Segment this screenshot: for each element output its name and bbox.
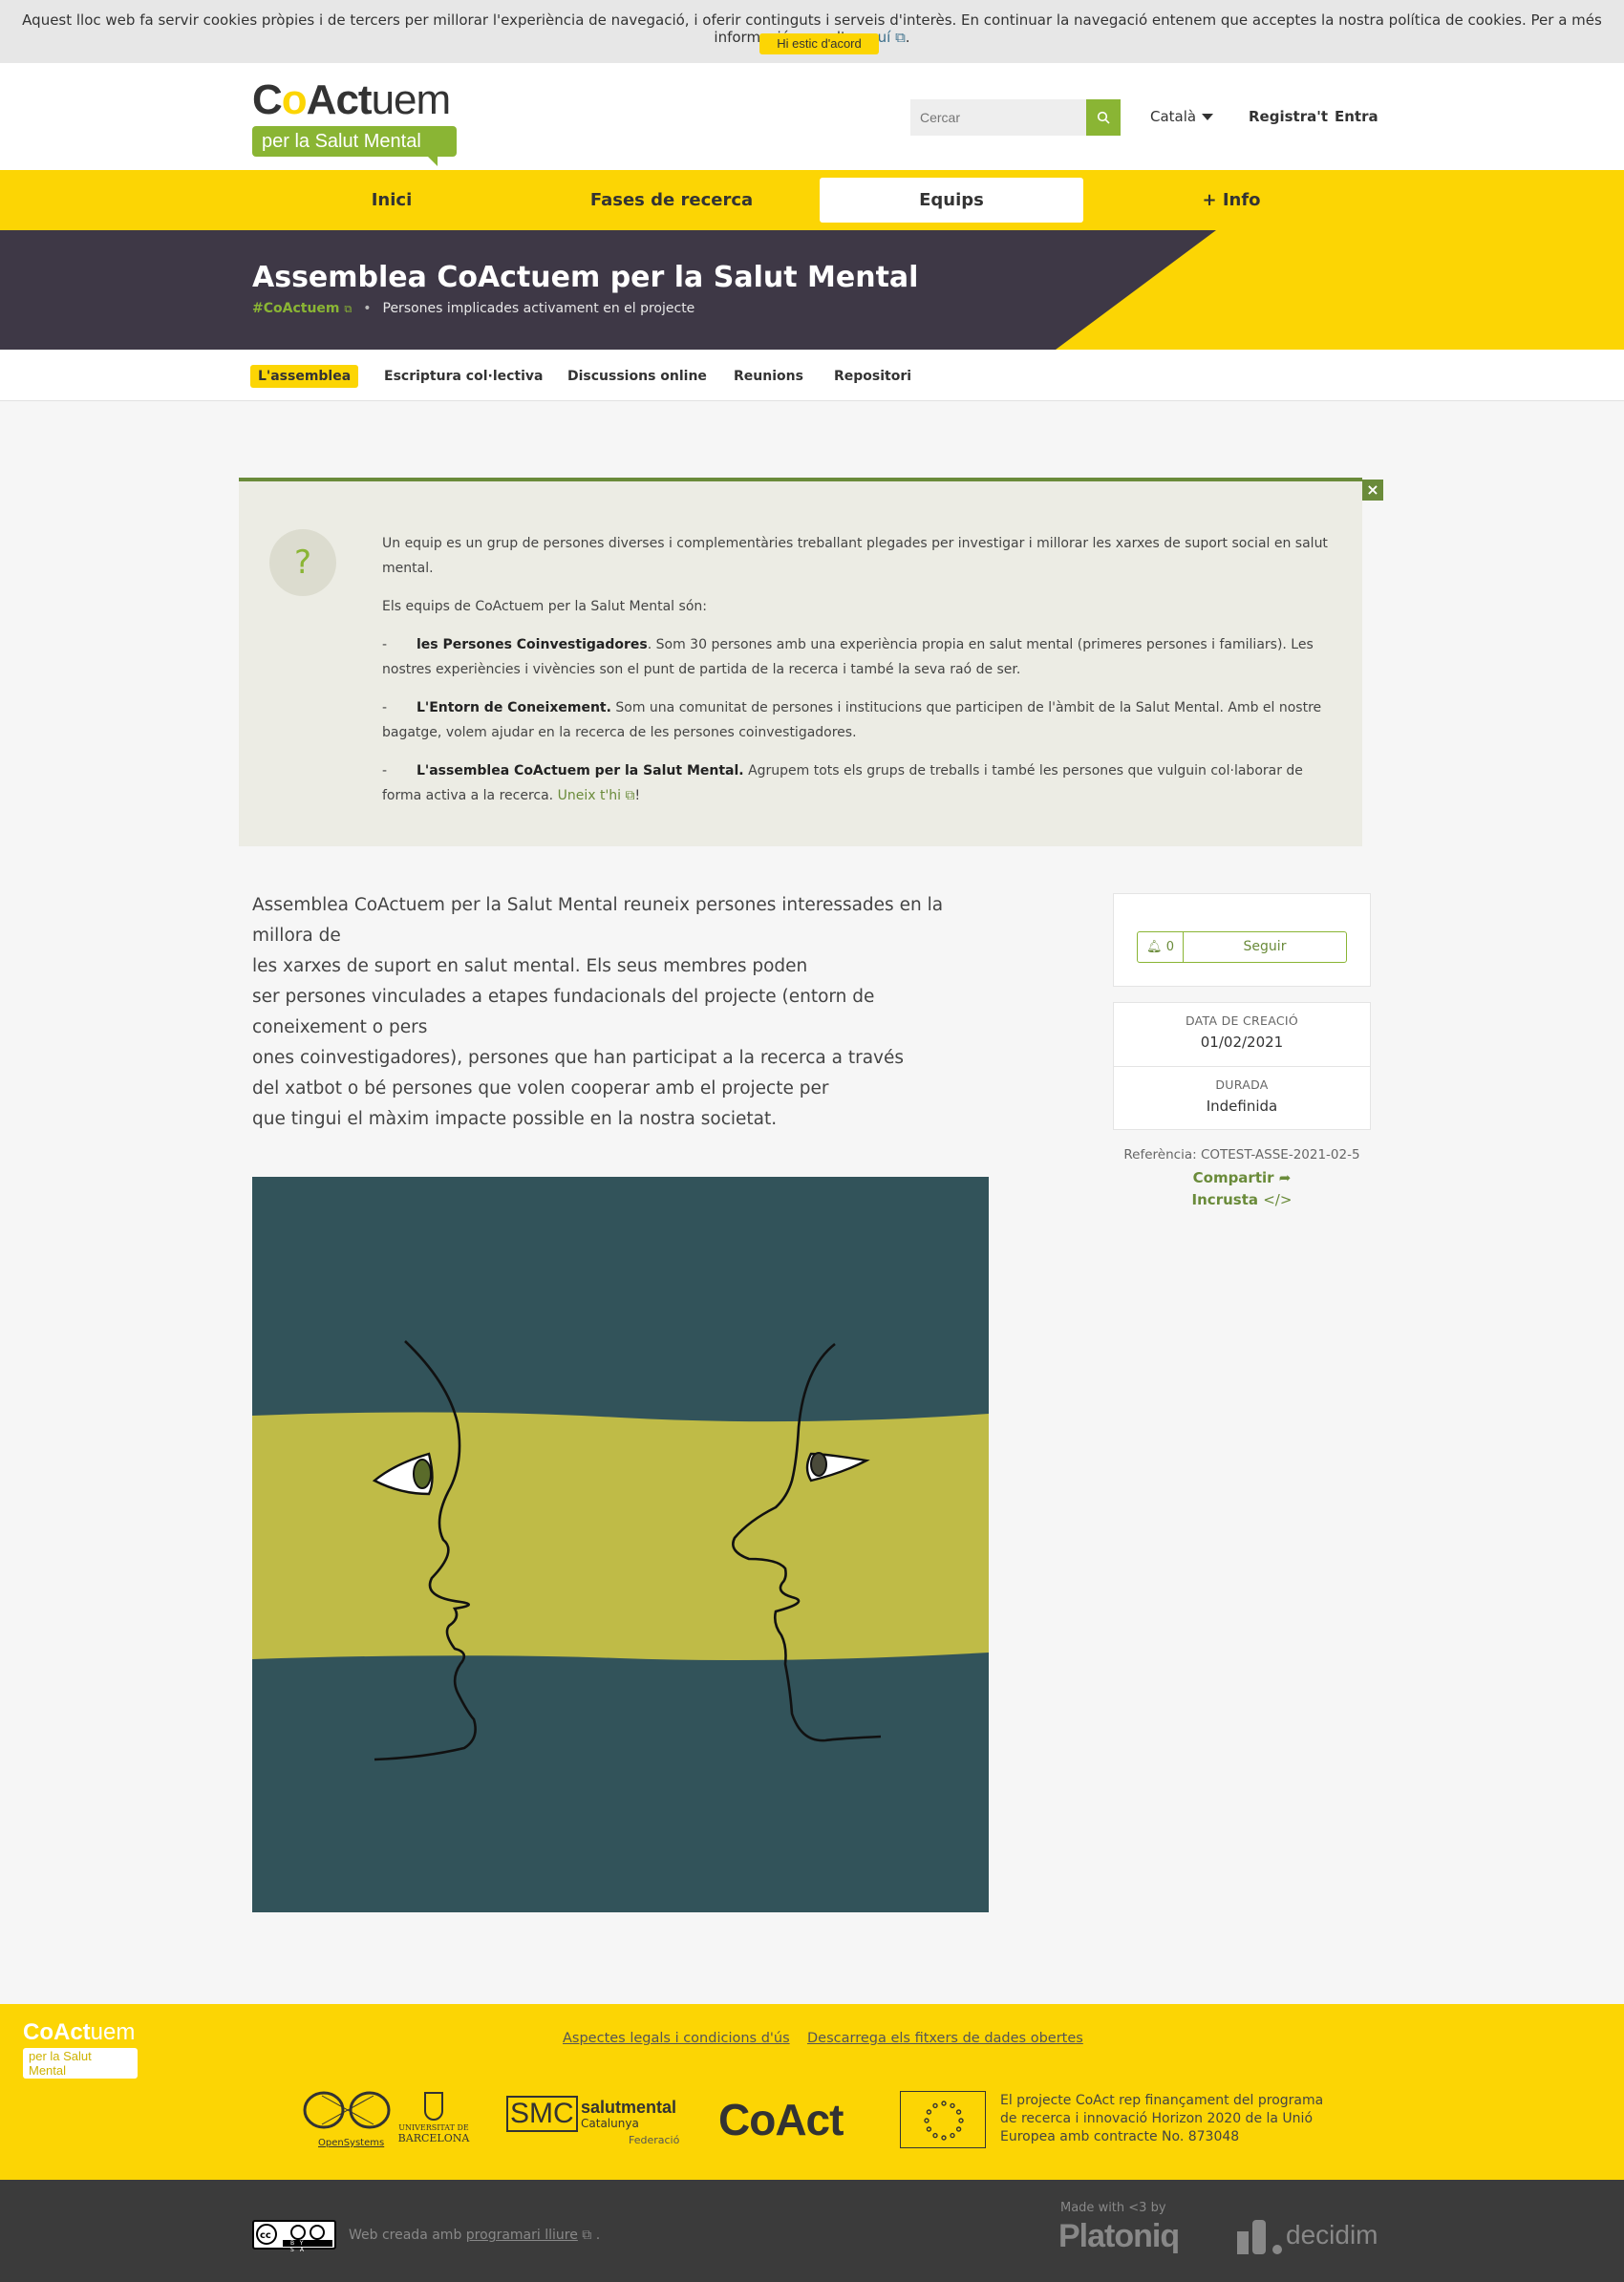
subnav-discussions[interactable]: Discussions online — [567, 365, 707, 388]
duration-value: Indefinida — [1206, 1098, 1278, 1115]
creative-commons-badge[interactable]: cc BY SA — [252, 2220, 336, 2253]
help-item-3: - L'assemblea CoActuem per la Salut Menta… — [382, 763, 1303, 803]
opensystems-logo: OpenSystems — [303, 2090, 393, 2148]
code-icon: </> — [1263, 1191, 1293, 1208]
open-data-link[interactable]: Descarrega els fitxers de dades obertes — [807, 2031, 1083, 2046]
smc-mark: SMC — [506, 2096, 578, 2132]
ub-label: UNIVERSITAT DE — [398, 2123, 469, 2132]
nav-more-info[interactable]: + Info — [1100, 178, 1363, 223]
description-line: les xarxes de suport en salut mental. El… — [252, 956, 808, 976]
external-link-icon: ⧉ — [344, 303, 353, 315]
hero-subtitle: Persones implicades activament en el pro… — [382, 301, 695, 316]
follow-label: Seguir — [1243, 939, 1287, 954]
share-icon: ➦ — [1278, 1169, 1292, 1186]
search-button[interactable] — [1086, 99, 1121, 136]
language-select[interactable]: Català — [1150, 108, 1214, 125]
created-label: DATA DE CREACIÓ — [1185, 1013, 1299, 1028]
nav-equips[interactable]: Equips — [820, 178, 1083, 223]
footer-logo-wordmark: CoActuem — [23, 2019, 136, 2045]
created-value: 01/02/2021 — [1200, 1034, 1284, 1051]
hashtag-link[interactable]: #CoActuem ⧉ — [252, 301, 352, 316]
follow-button[interactable]: 🔔︎ 0 Seguir — [1137, 931, 1347, 963]
eu-funding-text: El projecte CoAct rep finançament del pr… — [1000, 2093, 1324, 2144]
embed-button[interactable]: Incrusta </> — [1113, 1191, 1371, 1208]
register-link[interactable]: Registra't — [1249, 108, 1328, 125]
external-link-icon: ⧉ — [582, 2228, 592, 2243]
ub-logo: UNIVERSITAT DE BARCELONA — [395, 2092, 472, 2149]
language-label: Català — [1150, 108, 1197, 125]
divider — [1114, 1066, 1370, 1067]
bottom-bar: cc BY SA Web creada amb programari lliur… — [0, 2180, 1624, 2282]
right-pupil — [810, 1452, 827, 1477]
free-software-note: Web creada amb programari lliure ⧉ . — [349, 2228, 601, 2243]
description-line: del xatbot o bé persones que volen coope… — [252, 1078, 829, 1098]
description-line: que tingui el màxim impacte possible en … — [252, 1109, 778, 1129]
separator-dot: • — [363, 301, 372, 316]
opensystems-label: OpenSystems — [318, 2138, 385, 2148]
process-subnav: L'assemblea Escriptura col·lectiva Discu… — [0, 350, 1624, 401]
subnav-escriptura[interactable]: Escriptura col·lectiva — [384, 365, 544, 388]
chevron-down-icon — [1202, 114, 1214, 120]
cc-label: BY SA — [290, 2240, 310, 2253]
search-input[interactable] — [910, 99, 1086, 136]
smc-federation: Federació — [629, 2134, 680, 2146]
ub-shield-icon — [424, 2092, 443, 2121]
logo-tagline: per la Salut Mental — [252, 126, 457, 166]
description-line: ones coinvestigadores), persones que han… — [252, 1048, 904, 1068]
cookie-accept-button[interactable]: Hi estic d'acord — [759, 33, 879, 54]
duration-label: DURADA — [1215, 1077, 1269, 1092]
process-hero: Assemblea CoActuem per la Salut Mental #… — [0, 230, 1624, 350]
subnav-repositori[interactable]: Repositori — [834, 365, 911, 388]
join-link[interactable]: Uneix t'hi ⧉ — [558, 788, 635, 803]
hero-subtitle-row: #CoActuem ⧉ • Persones implicades activame… — [252, 301, 694, 316]
login-link[interactable]: Entra — [1335, 108, 1378, 125]
faces-illustration — [252, 1177, 989, 1912]
footer-logo[interactable]: CoActuem per la Salut Mental — [23, 2019, 138, 2079]
bell-icon: 🔔︎ — [1146, 940, 1163, 954]
svg-text:cc: cc — [260, 2230, 271, 2241]
subnav-assemblea[interactable]: L'assemblea — [250, 365, 359, 388]
site-footer: CoActuem per la Salut Mental Aspectes le… — [0, 2004, 1624, 2180]
left-pupil — [413, 1459, 432, 1489]
share-button[interactable]: Compartir ➦ — [1113, 1169, 1371, 1186]
main-navigation: Inici Fases de recerca Equips + Info — [0, 170, 1624, 230]
footer-logo-tagline: per la Salut Mental — [23, 2048, 138, 2079]
process-description: Assemblea CoActuem per la Salut Mental r… — [252, 890, 988, 1135]
smc-logo: SMC salutmental Catalunya Federació — [506, 2096, 680, 2148]
platoniq-logo[interactable]: Platoniq — [1058, 2218, 1180, 2255]
logo-wordmark: CoActuem — [252, 76, 451, 123]
search-icon — [1097, 111, 1110, 124]
question-icon: ? — [269, 529, 336, 596]
reference: Referència: COTEST-ASSE-2021-02-5 — [1123, 1147, 1360, 1162]
coact-logo: CoAct — [718, 2095, 844, 2144]
help-item-2: - L'Entorn de Coneixement. Som una comuni… — [382, 700, 1322, 740]
help-paragraph-2: Els equips de CoActuem per la Salut Ment… — [382, 599, 707, 614]
nav-fases-de-recerca[interactable]: Fases de recerca — [540, 178, 803, 223]
eu-flag-icon — [900, 2091, 986, 2148]
smc-name: salutmental — [581, 2098, 677, 2117]
cookie-banner: Aquest lloc web fa servir cookies pròpie… — [0, 0, 1624, 63]
help-text: Un equip es un grup de persones diverses… — [382, 531, 1328, 821]
help-item-1: - les Persones Coinvestigadores. Som 30 p… — [382, 637, 1314, 677]
legal-link[interactable]: Aspectes legals i condicions d'ús — [563, 2031, 790, 2046]
subnav-reunions[interactable]: Reunions — [734, 365, 803, 388]
cookie-end: . — [905, 29, 910, 46]
help-paragraph-1: Un equip es un grup de persones diverses… — [382, 536, 1328, 576]
description-line: ser persones vinculades a etapes fundaci… — [252, 987, 875, 1037]
ub-label: BARCELONA — [397, 2132, 470, 2144]
page-title: Assemblea CoActuem per la Salut Mental — [252, 261, 919, 294]
decidim-logo[interactable]: decidim — [1286, 2220, 1378, 2250]
site-logo[interactable]: CoActuem per la Salut Mental — [252, 76, 462, 166]
follow-count: 🔔︎ 0 — [1138, 932, 1184, 962]
nav-inici[interactable]: Inici — [260, 178, 524, 223]
smc-region: Catalunya — [581, 2117, 639, 2130]
site-header: CoActuem per la Salut Mental Català Regi… — [0, 63, 1624, 170]
free-software-link[interactable]: programari lliure — [466, 2228, 578, 2243]
art-band — [252, 1412, 989, 1660]
made-with-text: Made with <3 by — [1060, 2201, 1166, 2215]
opensystems-icon — [303, 2091, 391, 2129]
close-icon[interactable]: × — [1362, 480, 1383, 501]
description-line: Assemblea CoActuem per la Salut Mental r… — [252, 895, 944, 946]
